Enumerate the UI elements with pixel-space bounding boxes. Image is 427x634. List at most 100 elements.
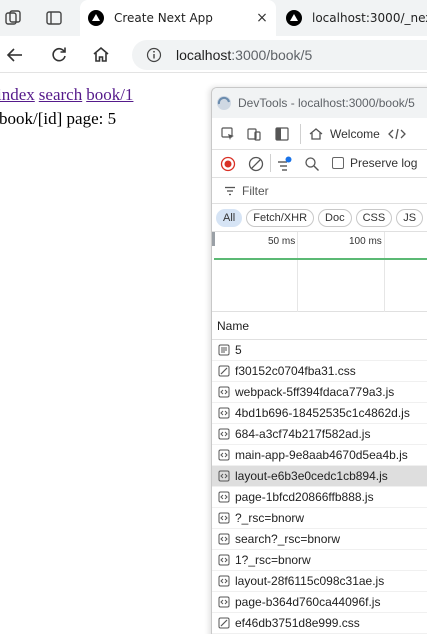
script-icon bbox=[218, 449, 230, 461]
request-name: 1?_rsc=bnorw bbox=[235, 553, 311, 567]
chip-css[interactable]: CSS bbox=[355, 208, 393, 227]
request-name: 4bd1b696-18452535c1c4862d.js bbox=[235, 406, 410, 420]
timeline-label-50ms: 50 ms bbox=[268, 236, 296, 247]
tab-welcome[interactable]: Welcome bbox=[308, 118, 412, 150]
toolbar-separator bbox=[270, 154, 271, 172]
workspaces-icon[interactable] bbox=[3, 8, 23, 28]
devtools-tab-bar: Welcome bbox=[212, 118, 427, 150]
script-icon bbox=[218, 407, 230, 419]
network-action-bar: Preserve log bbox=[212, 150, 427, 178]
devtools-title-bar: DevTools - localhost:3000/book/5 bbox=[212, 88, 427, 118]
request-row[interactable]: layout-28f6115c098c31ae.js bbox=[212, 571, 427, 592]
chip-fetch-xhr[interactable]: Fetch/XHR bbox=[246, 208, 315, 227]
request-row[interactable]: f30152c0704fba31.css bbox=[212, 361, 427, 382]
chip-js[interactable]: JS bbox=[396, 208, 424, 227]
link-search[interactable]: search bbox=[39, 85, 82, 104]
script-icon bbox=[218, 428, 230, 440]
back-arrow-icon[interactable] bbox=[4, 44, 26, 66]
tab-actions-icon[interactable] bbox=[44, 8, 64, 28]
chip-all[interactable]: All bbox=[216, 208, 243, 227]
request-row[interactable]: 4bd1b696-18452535c1c4862d.js bbox=[212, 403, 427, 424]
dock-side-icon[interactable] bbox=[274, 126, 290, 142]
request-row[interactable]: page-1bfcd20866ffb888.js bbox=[212, 487, 427, 508]
request-row[interactable]: main-app-9e8aab4670d5ea4b.js bbox=[212, 445, 427, 466]
funnel-icon bbox=[225, 186, 235, 195]
filter-options-icon[interactable] bbox=[276, 156, 292, 172]
chip-doc[interactable]: Doc bbox=[318, 208, 352, 227]
request-row[interactable]: webpack-5ff394fdaca779a3.js bbox=[212, 382, 427, 403]
request-name: page-1bfcd20866ffb888.js bbox=[235, 490, 374, 504]
elements-tab-icon[interactable] bbox=[387, 126, 406, 142]
timeline-gridline bbox=[384, 232, 385, 312]
script-icon bbox=[218, 386, 230, 398]
stylesheet-icon bbox=[218, 617, 230, 629]
filter-input[interactable]: Filter bbox=[212, 178, 427, 204]
url-text: localhost:3000/book/5 bbox=[176, 47, 312, 63]
request-name: ?_rsc=bnorw bbox=[235, 511, 305, 525]
search-icon[interactable] bbox=[304, 156, 320, 172]
column-header-name[interactable]: Name bbox=[212, 312, 427, 340]
stylesheet-icon bbox=[218, 365, 230, 377]
checkbox-box[interactable] bbox=[332, 157, 344, 169]
toolbar-separator bbox=[300, 124, 301, 144]
preserve-log-checkbox[interactable]: Preserve log bbox=[332, 156, 417, 170]
nextjs-triangle-icon bbox=[88, 10, 104, 26]
script-icon bbox=[218, 470, 230, 482]
browser-toolbar: localhost:3000/book/5 bbox=[0, 36, 427, 73]
tab-create-next-app[interactable]: Create Next App × bbox=[80, 0, 276, 36]
script-icon bbox=[218, 533, 230, 545]
url-path: :3000/book/5 bbox=[231, 47, 313, 63]
request-name: layout-28f6115c098c31ae.js bbox=[235, 574, 385, 588]
request-row[interactable]: layout-e6b3e0cedc1cb894.js bbox=[212, 466, 427, 487]
document-icon bbox=[218, 344, 230, 356]
request-row[interactable]: 1?_rsc=bnorw bbox=[212, 550, 427, 571]
home-icon bbox=[309, 128, 323, 140]
request-row[interactable]: search?_rsc=bnorw bbox=[212, 529, 427, 550]
device-toolbar-icon[interactable] bbox=[246, 126, 262, 142]
network-timeline[interactable]: 50 ms 100 ms bbox=[212, 232, 427, 312]
request-name: webpack-5ff394fdaca779a3.js bbox=[235, 385, 395, 399]
tab-title: Create Next App bbox=[114, 11, 213, 25]
request-row[interactable]: 5 bbox=[212, 340, 427, 361]
request-row[interactable]: 684-a3cf74b217f582ad.js bbox=[212, 424, 427, 445]
browser-tab-strip: Create Next App × localhost:3000/_next/s bbox=[0, 0, 427, 36]
request-row[interactable]: ef46db3751d8e999.css bbox=[212, 613, 427, 634]
request-name: 684-a3cf74b217f582ad.js bbox=[235, 427, 371, 441]
close-tab-icon[interactable]: × bbox=[254, 10, 270, 26]
request-name: layout-e6b3e0cedc1cb894.js bbox=[235, 469, 388, 483]
resource-type-filters: All Fetch/XHR Doc CSS JS Fo bbox=[212, 204, 427, 232]
site-info-icon[interactable] bbox=[146, 47, 162, 63]
address-bar[interactable]: localhost:3000/book/5 bbox=[132, 40, 427, 70]
script-icon bbox=[218, 596, 230, 608]
devtools-title: DevTools - localhost:3000/book/5 bbox=[238, 96, 415, 110]
tab-welcome-label: Welcome bbox=[330, 127, 380, 141]
script-icon bbox=[218, 554, 230, 566]
tab-title: localhost:3000/_next/s bbox=[312, 11, 427, 25]
url-host: localhost bbox=[176, 47, 232, 63]
request-name: page-b364d760ca44096f.js bbox=[235, 595, 381, 609]
inspect-element-icon[interactable] bbox=[220, 126, 236, 142]
request-name: f30152c0704fba31.css bbox=[235, 364, 356, 378]
preserve-log-label: Preserve log bbox=[350, 156, 418, 170]
request-list: 5 f30152c0704fba31.css webpack-5ff394fdaca… bbox=[212, 340, 427, 634]
tab-localhost-next[interactable]: localhost:3000/_next/s bbox=[278, 0, 427, 36]
devtools-window: DevTools - localhost:3000/book/5 Welcome bbox=[211, 87, 427, 634]
request-name: main-app-9e8aab4670d5ea4b.js bbox=[235, 448, 408, 462]
request-name: search?_rsc=bnorw bbox=[235, 532, 341, 546]
record-icon[interactable] bbox=[220, 156, 236, 172]
timeline-handle[interactable] bbox=[212, 232, 215, 246]
request-row[interactable]: page-b364d760ca44096f.js bbox=[212, 592, 427, 613]
clear-icon[interactable] bbox=[248, 156, 264, 172]
timeline-label-100ms: 100 ms bbox=[349, 236, 382, 247]
link-book-1[interactable]: book/1 bbox=[86, 85, 133, 104]
edge-devtools-logo-icon bbox=[217, 96, 231, 110]
page-heading-text: book/[id] page: 5 bbox=[0, 109, 117, 128]
request-name: 5 bbox=[235, 343, 242, 357]
home-icon[interactable] bbox=[90, 44, 112, 66]
link-index[interactable]: index bbox=[0, 85, 35, 104]
nav-links: index search book/1 bbox=[0, 85, 137, 105]
request-row[interactable]: ?_rsc=bnorw bbox=[212, 508, 427, 529]
reload-icon[interactable] bbox=[48, 44, 70, 66]
script-icon bbox=[218, 491, 230, 503]
script-icon bbox=[218, 512, 230, 524]
